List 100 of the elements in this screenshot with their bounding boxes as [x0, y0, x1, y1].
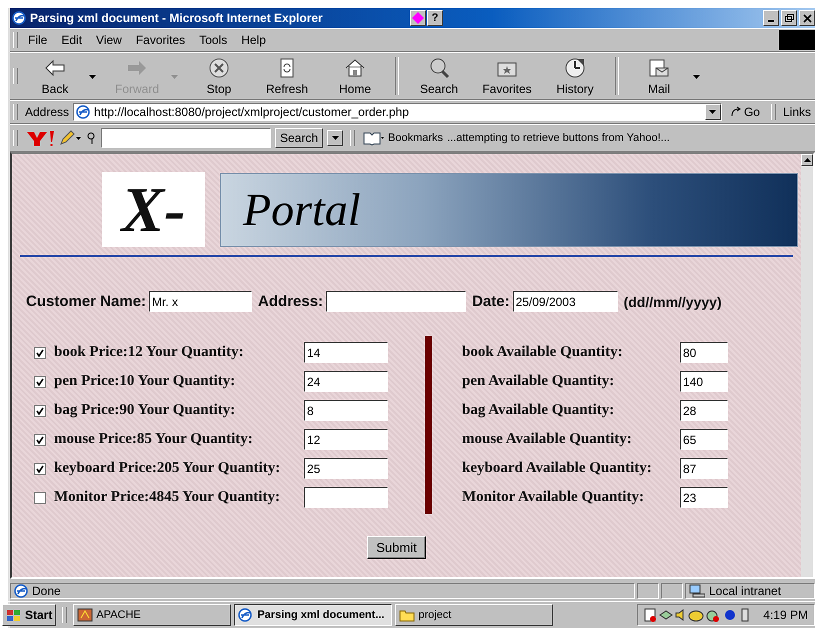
checkbox[interactable] — [34, 434, 46, 446]
stock-field[interactable]: 23 — [680, 487, 728, 508]
refresh-button[interactable]: Refresh — [253, 56, 321, 96]
minimize-button[interactable] — [763, 10, 779, 26]
browser-icon — [12, 11, 26, 25]
go-button[interactable]: Go — [726, 105, 764, 119]
menu-item[interactable]: Tools — [192, 33, 234, 47]
mail-button[interactable]: Mail — [625, 56, 693, 96]
page-icon — [76, 105, 90, 119]
status-text: Done — [32, 584, 61, 598]
help-button[interactable]: ? — [427, 10, 443, 26]
scrollbar[interactable] — [801, 154, 813, 577]
search-button[interactable]: Search — [275, 128, 324, 148]
links-button[interactable]: Links — [782, 105, 815, 119]
quantity-field[interactable]: 24 — [304, 371, 388, 392]
computer-icon — [689, 584, 705, 598]
diamond-button[interactable] — [410, 10, 426, 26]
bookmarks-button[interactable]: Bookmarks — [388, 132, 444, 144]
quantity-field[interactable]: 8 — [304, 400, 388, 421]
caret-icon[interactable] — [693, 74, 700, 78]
stock-label: book Available Quantity: — [462, 344, 624, 361]
clock: 4:19 PM — [763, 608, 808, 622]
search-button[interactable]: Search — [405, 56, 473, 96]
address-field[interactable] — [326, 291, 466, 312]
caret-icon[interactable] — [89, 74, 96, 78]
name-field[interactable]: Mr. x — [149, 291, 252, 312]
item-label: keyboard Price:205 Your Quantity: — [54, 460, 282, 477]
pencil-icon[interactable] — [59, 130, 81, 146]
address-label: Address — [25, 105, 70, 119]
windows-flag-icon — [6, 608, 22, 622]
stock-label: bag Available Quantity: — [462, 402, 616, 419]
status-panel — [661, 583, 683, 599]
quantity-field[interactable]: 12 — [304, 429, 388, 450]
checkbox[interactable] — [34, 404, 46, 416]
checkbox[interactable] — [34, 492, 46, 504]
clock-icon — [563, 56, 587, 80]
stock-field[interactable]: 80 — [680, 342, 728, 363]
up-arrow-icon[interactable] — [804, 158, 810, 162]
stock-field[interactable]: 65 — [680, 429, 728, 450]
checkmark-icon — [36, 464, 44, 472]
minimize-icon — [768, 20, 774, 22]
stock-field[interactable]: 87 — [680, 458, 728, 479]
page-icon — [14, 584, 28, 598]
checkbox[interactable] — [34, 376, 46, 388]
stock-field[interactable]: 140 — [680, 371, 728, 392]
yahoo-logo-icon — [25, 129, 55, 147]
item-label: mouse Price:85 Your Quantity: — [54, 431, 254, 448]
date-field[interactable]: 25/09/2003 — [512, 291, 618, 312]
stock-label: keyboard Available Quantity: — [462, 460, 653, 477]
quantity-field[interactable] — [304, 487, 388, 508]
menu-item[interactable]: View — [89, 33, 129, 47]
checkmark-icon — [36, 406, 44, 414]
submit-button[interactable]: Submit — [367, 536, 426, 559]
menu-item[interactable]: Favorites — [128, 33, 192, 47]
go-arrow-icon — [730, 106, 742, 118]
taskbar-button[interactable]: project — [395, 604, 554, 626]
date-format-hint: (dd//mm//yyyy) — [624, 294, 722, 310]
stop-button[interactable]: Stop — [185, 56, 253, 96]
checkmark-icon — [36, 348, 44, 356]
taskbar-button[interactable]: Parsing xml document... — [234, 604, 392, 626]
app-icon — [77, 608, 94, 622]
start-button[interactable]: Start — [2, 604, 56, 626]
logo: X- — [102, 172, 205, 247]
book-icon[interactable] — [362, 130, 384, 146]
portal-banner: Portal — [220, 172, 798, 246]
quantity-field[interactable]: 14 — [304, 342, 388, 363]
zone-text: Local intranet — [709, 584, 782, 598]
search-field[interactable] — [101, 128, 271, 148]
quantity-field[interactable]: 25 — [304, 458, 388, 479]
item-label: Monitor Price:4845 Your Quantity: — [54, 489, 281, 506]
caret-icon — [709, 110, 716, 114]
restore-icon — [784, 12, 794, 24]
menu-item[interactable]: Edit — [54, 33, 90, 47]
checkmark-icon — [36, 436, 44, 444]
checkmark-icon — [36, 378, 44, 386]
dropdown-button[interactable] — [327, 130, 344, 146]
history-button[interactable]: History — [541, 56, 609, 96]
caret-icon — [332, 136, 339, 140]
address-field[interactable]: http://localhost:8080/project/xmlproject/customer_order.php — [73, 103, 722, 121]
taskbar-button[interactable]: APACHE — [73, 604, 232, 626]
back-button[interactable]: Back — [21, 56, 89, 96]
menu-item[interactable]: Help — [234, 33, 273, 47]
dropdown-button[interactable] — [704, 104, 721, 120]
window-title: Parsing xml document - Microsoft Internet Explorer — [30, 11, 324, 25]
stock-label: Monitor Available Quantity: — [462, 489, 645, 506]
field-label: Address: — [258, 293, 324, 310]
checkbox[interactable] — [34, 346, 46, 358]
favorites-button[interactable]: Favorites — [473, 56, 541, 96]
stock-field[interactable]: 28 — [680, 400, 728, 421]
close-icon — [802, 12, 812, 24]
menu-item[interactable]: File — [21, 33, 54, 47]
restore-button[interactable] — [781, 10, 797, 26]
close-button[interactable] — [799, 10, 815, 26]
home-button[interactable]: Home — [321, 56, 389, 96]
status-message: ...attempting to retrieve buttons from Yahoo!... — [447, 132, 670, 144]
folder-icon — [399, 608, 416, 622]
stop-icon — [207, 56, 231, 80]
stock-label: pen Available Quantity: — [462, 373, 616, 390]
checkbox[interactable] — [34, 462, 46, 474]
stock-label: mouse Available Quantity: — [462, 431, 633, 448]
